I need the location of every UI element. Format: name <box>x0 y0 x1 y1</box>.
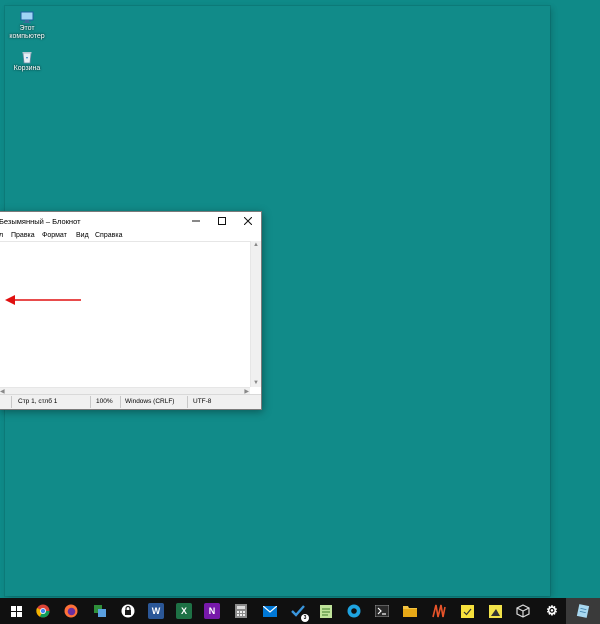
virtualbox-icon[interactable] <box>515 603 531 619</box>
close-button[interactable] <box>235 212 261 230</box>
image-editor-icon[interactable] <box>487 603 503 619</box>
word-icon[interactable]: W <box>148 603 164 619</box>
computer-icon <box>20 11 34 23</box>
windows-start-icon[interactable] <box>8 603 24 619</box>
desktop-icon-recycle-bin[interactable]: Корзина <box>5 50 49 73</box>
status-divider <box>90 396 91 408</box>
menu-help[interactable]: Справка <box>95 232 122 239</box>
status-divider <box>187 396 188 408</box>
text-editor-area[interactable] <box>0 241 250 388</box>
mail-icon[interactable] <box>262 603 278 619</box>
vertical-scrollbar[interactable]: ▲ ▼ <box>250 241 261 387</box>
onenote-icon[interactable]: N <box>204 603 220 619</box>
file-explorer-icon[interactable] <box>402 603 418 619</box>
scroll-up-icon[interactable]: ▲ <box>253 242 259 248</box>
status-divider <box>120 396 121 408</box>
status-cursor-position: Стр 1, стлб 1 <box>18 398 58 405</box>
taskbar: W X N 3 ⚙ <box>0 598 600 624</box>
desktop-icon-label: Этот компьютер <box>9 25 45 40</box>
scroll-down-icon[interactable]: ▼ <box>253 380 259 386</box>
sticky-notes-icon[interactable] <box>459 603 475 619</box>
terminal-icon[interactable] <box>374 603 390 619</box>
notepadpp-icon[interactable] <box>318 603 334 619</box>
maximize-icon <box>218 217 226 225</box>
vpn-lock-icon[interactable] <box>120 603 136 619</box>
notepad-icon[interactable] <box>575 603 591 619</box>
red-arrow-annotation <box>5 295 81 305</box>
close-icon <box>244 217 252 225</box>
minimize-button[interactable] <box>183 212 209 230</box>
status-encoding: UTF-8 <box>193 398 212 405</box>
desktop-icon-label: Корзина <box>13 65 41 72</box>
settings-icon[interactable]: ⚙ <box>544 603 560 619</box>
todo-icon[interactable]: 3 <box>290 603 309 622</box>
desktop-icon-this-pc[interactable]: Этот компьютер <box>5 10 49 41</box>
taskbar-active-app[interactable] <box>566 598 600 624</box>
status-line-endings: Windows (CRLF) <box>125 398 175 405</box>
menu-bar: л Правка Формат Вид Справка <box>0 230 261 241</box>
title-bar[interactable]: Безымянный – Блокнот <box>0 212 261 230</box>
status-zoom: 100% <box>96 398 113 405</box>
menu-file[interactable]: л <box>0 232 3 239</box>
menu-format[interactable]: Формат <box>42 232 67 239</box>
calculator-icon[interactable] <box>233 603 249 619</box>
edge-icon[interactable] <box>346 603 362 619</box>
recycle-bin-icon <box>22 52 32 64</box>
firefox-icon[interactable] <box>63 603 79 619</box>
notepad-window[interactable]: Безымянный – Блокнот л Правка Формат Вид… <box>0 211 262 410</box>
status-divider <box>11 396 12 408</box>
minimize-icon <box>192 220 200 222</box>
chrome-icon[interactable] <box>35 603 51 619</box>
todo-badge: 3 <box>301 614 309 622</box>
winamp-icon[interactable] <box>431 603 447 619</box>
window-title: Безымянный – Блокнот <box>0 217 81 226</box>
maximize-button[interactable] <box>209 212 235 230</box>
menu-view[interactable]: Вид <box>76 232 89 239</box>
app-icon[interactable] <box>92 603 108 619</box>
excel-icon[interactable]: X <box>176 603 192 619</box>
menu-edit[interactable]: Правка <box>11 232 35 239</box>
status-bar: Стр 1, стлб 1 100% Windows (CRLF) UTF-8 <box>0 394 261 409</box>
